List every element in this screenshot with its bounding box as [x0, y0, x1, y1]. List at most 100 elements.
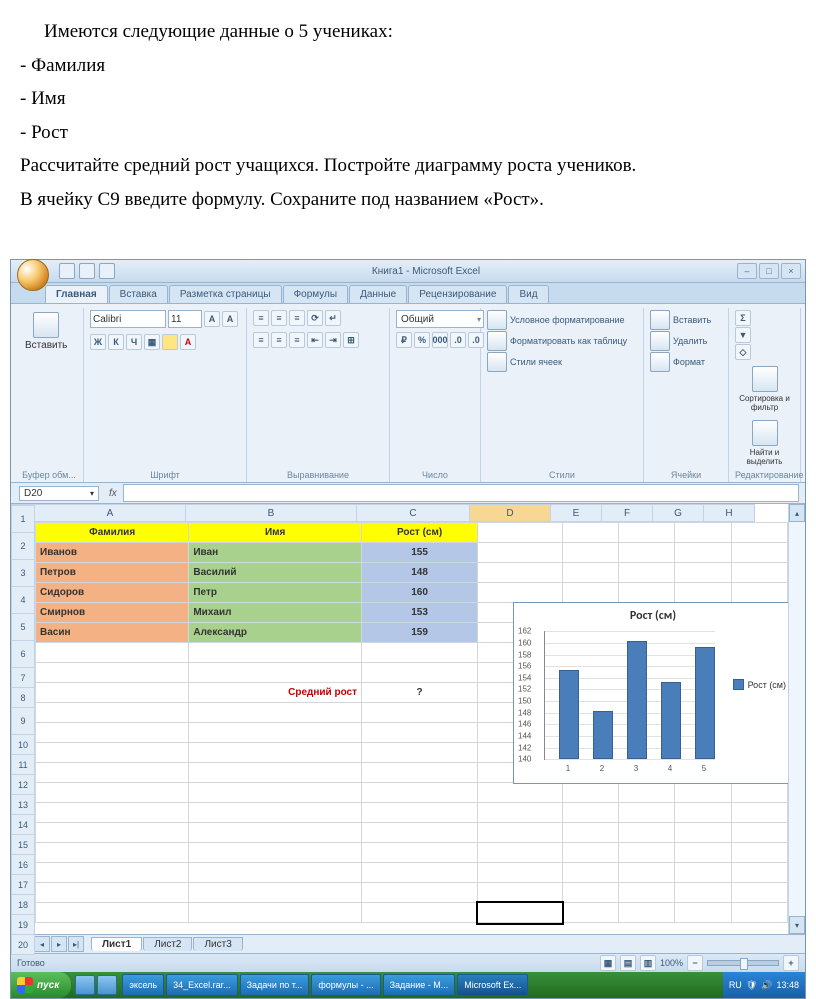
tab-review[interactable]: Рецензирование	[408, 285, 507, 303]
table-cell[interactable]: Смирнов	[36, 603, 189, 623]
row-header[interactable]: 12	[11, 775, 35, 795]
view-layout-icon[interactable]: ▤	[620, 955, 636, 971]
qat-undo-icon[interactable]	[79, 263, 95, 279]
fill-icon[interactable]: ▼	[735, 327, 751, 343]
row-header[interactable]: 18	[11, 895, 35, 915]
formula-input[interactable]	[123, 484, 799, 502]
row-header[interactable]: 10	[11, 735, 35, 755]
sheet-tab-3[interactable]: Лист3	[193, 937, 242, 951]
insert-cells-button[interactable]: Вставить	[650, 310, 711, 330]
row-header[interactable]: 17	[11, 875, 35, 895]
taskbar-button[interactable]: Задачи по т...	[240, 974, 310, 996]
sort-filter-button[interactable]: Сортировка и фильтр	[735, 364, 794, 414]
number-format-combo[interactable]: Общий	[396, 310, 484, 328]
minimize-button[interactable]: –	[737, 263, 757, 279]
table-cell[interactable]: Петров	[36, 563, 189, 583]
row-header[interactable]: 3	[11, 560, 35, 587]
zoom-slider[interactable]	[707, 960, 779, 966]
row-header[interactable]: 7	[11, 668, 35, 688]
delete-cells-button[interactable]: Удалить	[650, 331, 707, 351]
scroll-up-icon[interactable]: ▴	[789, 504, 805, 522]
name-box[interactable]: D20▾	[19, 486, 99, 501]
grow-font-icon[interactable]: A	[204, 311, 220, 327]
row-header[interactable]: 2	[11, 533, 35, 560]
table-cell[interactable]: Михаил	[189, 603, 362, 623]
font-name-combo[interactable]: Calibri	[90, 310, 166, 328]
shrink-font-icon[interactable]: A	[222, 311, 238, 327]
merge-icon[interactable]: ⊞	[343, 332, 359, 348]
taskbar-button[interactable]: формулы - ...	[311, 974, 380, 996]
tab-home[interactable]: Главная	[45, 285, 108, 303]
active-cell[interactable]	[478, 903, 563, 923]
row-header[interactable]: 4	[11, 587, 35, 614]
table-cell[interactable]: Иван	[189, 543, 362, 563]
row-header[interactable]: 8	[11, 688, 35, 708]
align-top-icon[interactable]: ≡	[253, 310, 269, 326]
table-cell[interactable]: 160	[362, 583, 478, 603]
tab-view[interactable]: Вид	[508, 285, 548, 303]
tab-formulas[interactable]: Формулы	[283, 285, 349, 303]
align-right-icon[interactable]: ≡	[289, 332, 305, 348]
vertical-scrollbar[interactable]: ▴ ▾	[788, 504, 805, 934]
view-break-icon[interactable]: ▥	[640, 955, 656, 971]
row-header[interactable]: 5	[11, 614, 35, 641]
format-cells-button[interactable]: Формат	[650, 352, 705, 372]
row-header[interactable]: 20	[11, 935, 35, 955]
tray-icon[interactable]: 🛡	[746, 980, 757, 991]
fx-icon[interactable]: fx	[103, 488, 123, 499]
row-header[interactable]: 19	[11, 915, 35, 935]
quicklaunch-icon[interactable]	[97, 975, 117, 995]
sheet-nav-next-icon[interactable]: ▸	[51, 936, 67, 952]
paste-button[interactable]: Вставить	[21, 310, 71, 353]
zoom-in-button[interactable]: +	[783, 955, 799, 971]
underline-button[interactable]: Ч	[126, 334, 142, 350]
cell-styles-button[interactable]: Стили ячеек	[487, 352, 562, 372]
tab-pagelayout[interactable]: Разметка страницы	[169, 285, 282, 303]
sheet-tab-1[interactable]: Лист1	[91, 937, 142, 951]
row-header[interactable]: 9	[11, 708, 35, 735]
taskbar-button[interactable]: Microsoft Ex...	[457, 974, 528, 996]
table-cell[interactable]: Василий	[189, 563, 362, 583]
col-header-B[interactable]: B	[186, 504, 357, 522]
font-size-combo[interactable]: 11	[168, 310, 202, 328]
autosum-icon[interactable]: Σ	[735, 310, 751, 326]
orientation-icon[interactable]: ⟳	[307, 310, 323, 326]
row-header[interactable]: 11	[11, 755, 35, 775]
view-normal-icon[interactable]: ▦	[600, 955, 616, 971]
sheet-nav-prev-icon[interactable]: ◂	[34, 936, 50, 952]
table-cell[interactable]: Иванов	[36, 543, 189, 563]
bold-button[interactable]: Ж	[90, 334, 106, 350]
table-cell[interactable]: Васин	[36, 623, 189, 643]
find-select-button[interactable]: Найти и выделить	[735, 418, 794, 468]
qat-save-icon[interactable]	[59, 263, 75, 279]
col-header-G[interactable]: G	[653, 504, 704, 522]
align-middle-icon[interactable]: ≡	[271, 310, 287, 326]
fill-color-icon[interactable]	[162, 334, 178, 350]
avg-value-cell[interactable]: ?	[362, 683, 478, 703]
inc-decimal-icon[interactable]: .0	[450, 332, 466, 348]
sheet-nav-last-icon[interactable]: ▸|	[68, 936, 84, 952]
border-icon[interactable]: ▦	[144, 334, 160, 350]
sheet-tab-2[interactable]: Лист2	[143, 937, 192, 951]
table-cell[interactable]: Петр	[189, 583, 362, 603]
wrap-text-icon[interactable]: ↵	[325, 310, 341, 326]
table-cell[interactable]: 148	[362, 563, 478, 583]
tab-data[interactable]: Данные	[349, 285, 407, 303]
table-cell[interactable]: 153	[362, 603, 478, 623]
grid[interactable]: ФамилияИмяРост (см)ИвановИван155ПетровВа…	[35, 522, 788, 923]
embedded-chart[interactable]: Рост (см) 12345 Рост (см) 14014214414614…	[513, 602, 788, 784]
col-header-H[interactable]: H	[704, 504, 755, 522]
close-button[interactable]: ×	[781, 263, 801, 279]
row-header[interactable]: 15	[11, 835, 35, 855]
qat-redo-icon[interactable]	[99, 263, 115, 279]
indent-inc-icon[interactable]: ⇥	[325, 332, 341, 348]
row-header[interactable]: 16	[11, 855, 35, 875]
col-header-A[interactable]: A	[35, 504, 186, 522]
clear-icon[interactable]: ◇	[735, 344, 751, 360]
maximize-button[interactable]: □	[759, 263, 779, 279]
quicklaunch-icon[interactable]	[75, 975, 95, 995]
comma-icon[interactable]: 000	[432, 332, 448, 348]
col-header-D[interactable]: D	[470, 504, 551, 522]
table-cell[interactable]: Сидоров	[36, 583, 189, 603]
row-header[interactable]: 1	[11, 506, 35, 533]
